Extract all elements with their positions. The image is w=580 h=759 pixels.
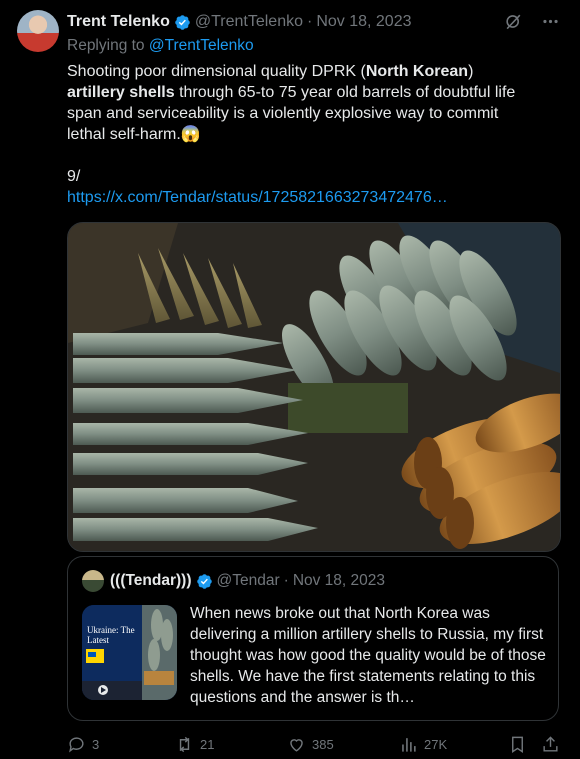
share-icon (543, 736, 558, 752)
tweet-text: Shooting poor dimensional quality DPRK (… (67, 61, 562, 208)
heart-icon (290, 739, 303, 752)
quote-text: When news broke out that North Korea was… (190, 605, 546, 706)
like-count: 385 (312, 737, 334, 752)
author-avatar[interactable] (17, 10, 59, 52)
quote-thumbnail[interactable]: Ukraine: The Latest (82, 605, 177, 700)
text-line2-rest: through 65-to 75 year old barrels of dou… (174, 84, 516, 101)
tweet-photo[interactable] (67, 222, 561, 552)
text-line3: span and serviceability is a violently e… (67, 105, 499, 122)
reply-icon (69, 737, 84, 753)
text-line1-b: ) (468, 63, 474, 80)
header-separator: · (306, 13, 313, 30)
text-line2-bold: artillery shells (67, 84, 175, 101)
author-name[interactable]: Trent Telenko (67, 13, 170, 31)
replying-handle-link[interactable]: @TrentTelenko (149, 37, 254, 54)
replying-to: Replying to @TrentTelenko (67, 37, 254, 55)
share-button[interactable] (541, 735, 560, 754)
quote-avatar[interactable] (82, 570, 104, 592)
quote-verified-badge-icon (196, 573, 212, 589)
like-button[interactable]: 385 (287, 735, 334, 754)
author-handle[interactable]: @TrentTelenko (195, 13, 303, 31)
action-bar: 3 21 385 27K (67, 735, 567, 757)
tweet-date[interactable]: Nov 18, 2023 (316, 13, 411, 31)
reply-count: 3 (92, 737, 100, 752)
text-line1-a: Shooting poor dimensional quality DPRK ( (67, 63, 366, 80)
quoted-tweet[interactable]: (((Tendar))) @Tendar · Nov 18, 2023 Ukra… (67, 556, 559, 721)
artillery-shells-photo (68, 223, 560, 551)
quote-author-name[interactable]: (((Tendar))) (110, 572, 192, 590)
quote-author-handle[interactable]: @Tendar (217, 572, 280, 590)
quote-header: (((Tendar))) @Tendar · Nov 18, 2023 (110, 572, 385, 590)
bookmark-button[interactable] (508, 735, 527, 754)
tweet[interactable]: Trent Telenko @TrentTelenko · Nov 18, 20… (0, 0, 580, 759)
views-chart-icon (402, 738, 416, 752)
header-icons (504, 12, 560, 31)
repost-icon (179, 736, 190, 753)
views-button[interactable]: 27K (399, 735, 447, 754)
repost-count: 21 (200, 737, 215, 752)
quote-separator: · (283, 572, 289, 589)
verified-badge-icon (175, 14, 190, 30)
tweet-link[interactable]: https://x.com/Tendar/status/172582166327… (67, 187, 562, 208)
text-line4: lethal self-harm.😱 (67, 126, 201, 143)
text-line1-bold: North Korean (365, 63, 469, 80)
text-line5: 9/ (67, 168, 81, 185)
quote-thumb-title: Ukraine: The Latest (87, 625, 135, 645)
grok-icon[interactable] (504, 12, 523, 31)
replying-prefix: Replying to (67, 37, 145, 54)
quote-date[interactable]: Nov 18, 2023 (293, 572, 385, 590)
view-count: 27K (424, 737, 448, 752)
repost-button[interactable]: 21 (175, 735, 214, 754)
bookmark-icon (512, 736, 523, 753)
podcast-cover-image (82, 605, 177, 700)
reply-button[interactable]: 3 (67, 735, 99, 754)
more-options-icon[interactable] (541, 12, 560, 31)
tweet-header: Trent Telenko @TrentTelenko · Nov 18, 20… (67, 12, 560, 32)
